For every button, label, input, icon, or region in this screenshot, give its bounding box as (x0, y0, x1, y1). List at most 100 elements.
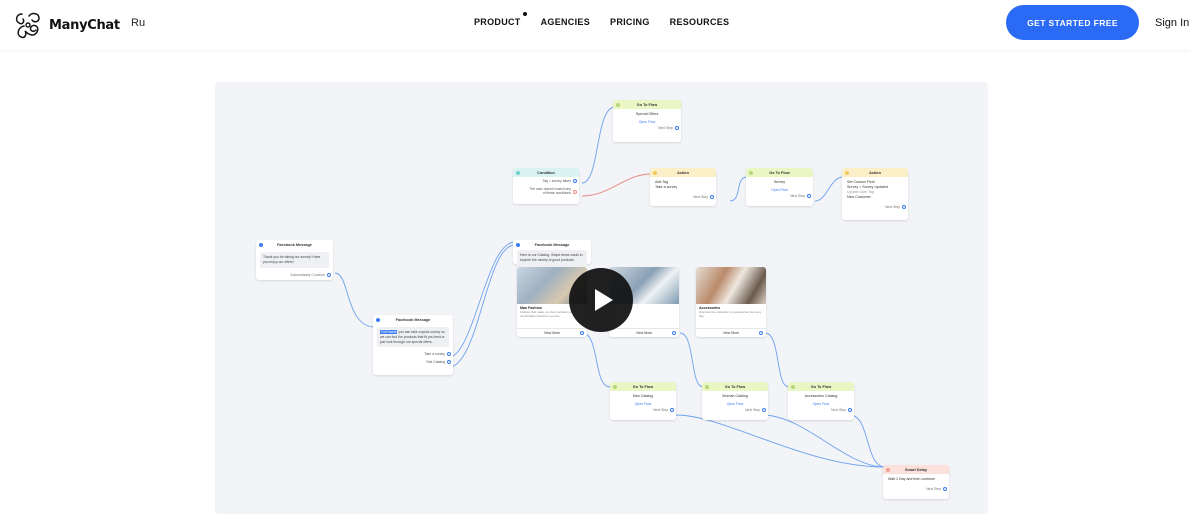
connector (446, 244, 516, 369)
node-title: Go To Flow (632, 384, 654, 389)
go-to-flow-node[interactable]: Go To Flow Special Offers Open Flow Next… (613, 100, 681, 142)
go-to-flow-node[interactable]: Go To Flow Woman Catalog Open Flow Next … (702, 382, 768, 420)
sign-in-link[interactable]: Sign In (1155, 17, 1189, 29)
flow-name: Woman Catalog (722, 394, 748, 398)
quick-reply[interactable]: Take a survey (373, 350, 453, 358)
go-to-flow-icon (616, 102, 620, 107)
node-title: Go To Flow (636, 102, 658, 107)
message-text: Full Name you can take a quick survey so… (377, 327, 449, 348)
facebook-message-node[interactable]: Facebook Message Full Name you can take … (373, 315, 453, 375)
output-port[interactable] (807, 194, 811, 198)
condition-label: Tag = survey taken (542, 179, 571, 183)
view-more-button[interactable]: View More (517, 328, 587, 337)
node-header: Action (650, 168, 716, 177)
facebook-message-node[interactable]: Facebook Message Thank you for taking ou… (256, 240, 333, 280)
nav-resources[interactable]: RESOURCES (670, 17, 730, 27)
message-text: Here is our Catalog. Swipe these cards t… (517, 250, 587, 266)
flow-builder-preview: Go To Flow Special Offers Open Flow Next… (215, 82, 988, 514)
action-line: Survey = Survey Updated (847, 185, 889, 189)
output-port[interactable] (670, 408, 674, 412)
get-started-button[interactable]: GET STARTED FREE (1006, 5, 1139, 40)
output-port[interactable] (327, 272, 331, 277)
output-port[interactable] (675, 126, 679, 130)
node-title: Facebook Message (395, 317, 431, 322)
name-variable: Full Name (380, 330, 398, 334)
output-port[interactable] (848, 408, 852, 412)
action-node[interactable]: Action Set Custom Field Survey = Survey U… (842, 168, 908, 220)
node-header: Action (842, 168, 908, 177)
node-header: Facebook Message (513, 240, 591, 249)
card-image (696, 267, 766, 304)
nav-pricing[interactable]: PRICING (610, 17, 650, 27)
play-video-button[interactable] (569, 268, 633, 332)
action-body: Set Custom Field Survey = Survey Updated U… (842, 177, 908, 203)
node-header: Go To Flow (702, 382, 768, 391)
language-switch[interactable]: Ru (131, 17, 145, 29)
view-more-button[interactable]: View More (696, 328, 766, 337)
action-body: Add Tag Take a survey (650, 177, 716, 193)
next-step[interactable]: Next Step (702, 406, 768, 414)
logo[interactable]: ManyChat (12, 10, 120, 40)
connector (581, 332, 611, 388)
next-step-label: Automatically Continue (290, 272, 325, 277)
condition-option[interactable]: Tag = survey taken (513, 177, 579, 185)
go-to-flow-node[interactable]: Go To Flow Man Catalog Open Flow Next St… (610, 382, 676, 420)
action-node[interactable]: Action Add Tag Take a survey Next Step (650, 168, 716, 206)
node-title: Smart Delay (905, 467, 927, 472)
go-to-flow-icon (613, 384, 617, 389)
next-step[interactable]: Next Step (788, 406, 854, 414)
next-step[interactable]: Next Step (650, 193, 716, 201)
connector (675, 414, 886, 468)
next-step[interactable]: Automatically Continue (256, 271, 333, 279)
condition-icon (516, 170, 520, 175)
next-step-label: Next Step (653, 408, 668, 412)
button-label: View More (544, 331, 560, 335)
next-step[interactable]: Next Step (842, 203, 908, 211)
play-icon (594, 289, 613, 311)
quick-reply[interactable]: Visit Catalog (373, 358, 453, 366)
next-step[interactable]: Next Step (746, 192, 813, 200)
nav-agencies[interactable]: AGENCIES (541, 17, 590, 27)
next-step-label: Next Step (745, 408, 760, 412)
node-header: Smart Delay (883, 465, 949, 474)
action-icon (845, 170, 849, 175)
quick-reply-label: Visit Catalog (426, 360, 445, 365)
output-port[interactable] (759, 330, 763, 335)
go-to-flow-node[interactable]: Go To Flow Survey Open Flow Next Step (746, 168, 813, 206)
output-port[interactable] (710, 195, 714, 199)
facebook-message-node[interactable]: Facebook Message Here is our Catalog. Sw… (513, 240, 591, 266)
output-port[interactable] (573, 190, 577, 194)
output-port[interactable] (902, 205, 906, 209)
next-step[interactable]: Next Step (883, 485, 949, 493)
smart-delay-node[interactable]: Smart Delay Wait 1 Day and then continue… (883, 465, 949, 499)
quick-reply-label: Take a survey (424, 352, 445, 357)
output-port[interactable] (943, 487, 947, 491)
node-title: Action (677, 170, 689, 175)
action-line: New Customer (847, 195, 871, 199)
output-port[interactable] (573, 178, 577, 183)
next-step[interactable]: Next Step (613, 124, 681, 132)
flow-name: Accessories Catalog (804, 394, 838, 398)
go-to-flow-node[interactable]: Go To Flow Accessories Catalog Open Flow… (788, 382, 854, 420)
flow-name: Survey (773, 180, 786, 184)
view-more-button[interactable]: View More (609, 328, 679, 337)
output-port[interactable] (447, 351, 451, 356)
condition-node[interactable]: Condition Tag = survey taken The user do… (513, 168, 579, 204)
node-title: Action (869, 170, 881, 175)
output-port[interactable] (672, 330, 676, 335)
connector (761, 414, 886, 468)
next-step-label: Next Step (831, 408, 846, 412)
output-port[interactable] (580, 330, 584, 335)
condition-fallback[interactable]: The user doesn't match any of these condi… (513, 185, 579, 197)
nav-product[interactable]: PRODUCT (474, 17, 521, 27)
output-port[interactable] (447, 359, 451, 364)
node-title: Facebook Message (277, 242, 312, 247)
main-nav: PRODUCT AGENCIES PRICING RESOURCES (474, 17, 729, 27)
next-step[interactable]: Next Step (610, 406, 676, 414)
connector (581, 106, 616, 184)
output-port[interactable] (762, 408, 766, 412)
gallery-card[interactable]: Accessories Discover the collection of a… (696, 267, 766, 337)
next-step-label: Next Step (658, 126, 673, 130)
action-line: Add Tag (655, 180, 669, 184)
messenger-icon (516, 242, 520, 247)
